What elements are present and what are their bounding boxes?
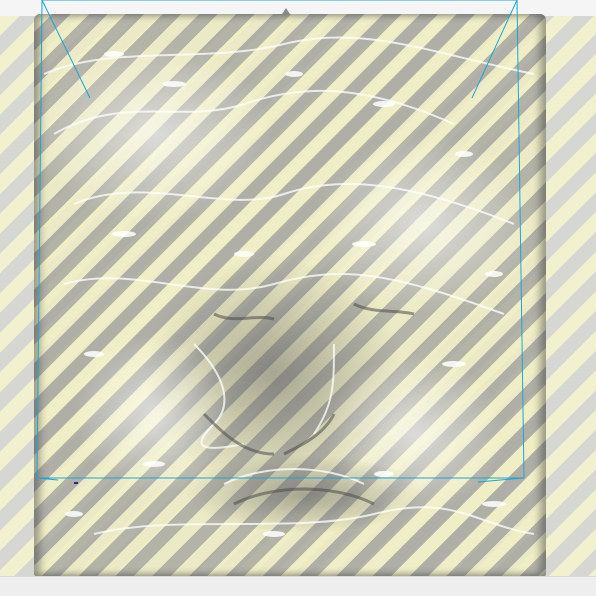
mesh-highlight: [34, 44, 274, 224]
relief-mesh-icon: [34, 36, 535, 537]
3d-viewport[interactable]: [0, 0, 596, 596]
viewport-bottom-bar: [0, 576, 596, 596]
relief-mesh[interactable]: [34, 14, 546, 576]
